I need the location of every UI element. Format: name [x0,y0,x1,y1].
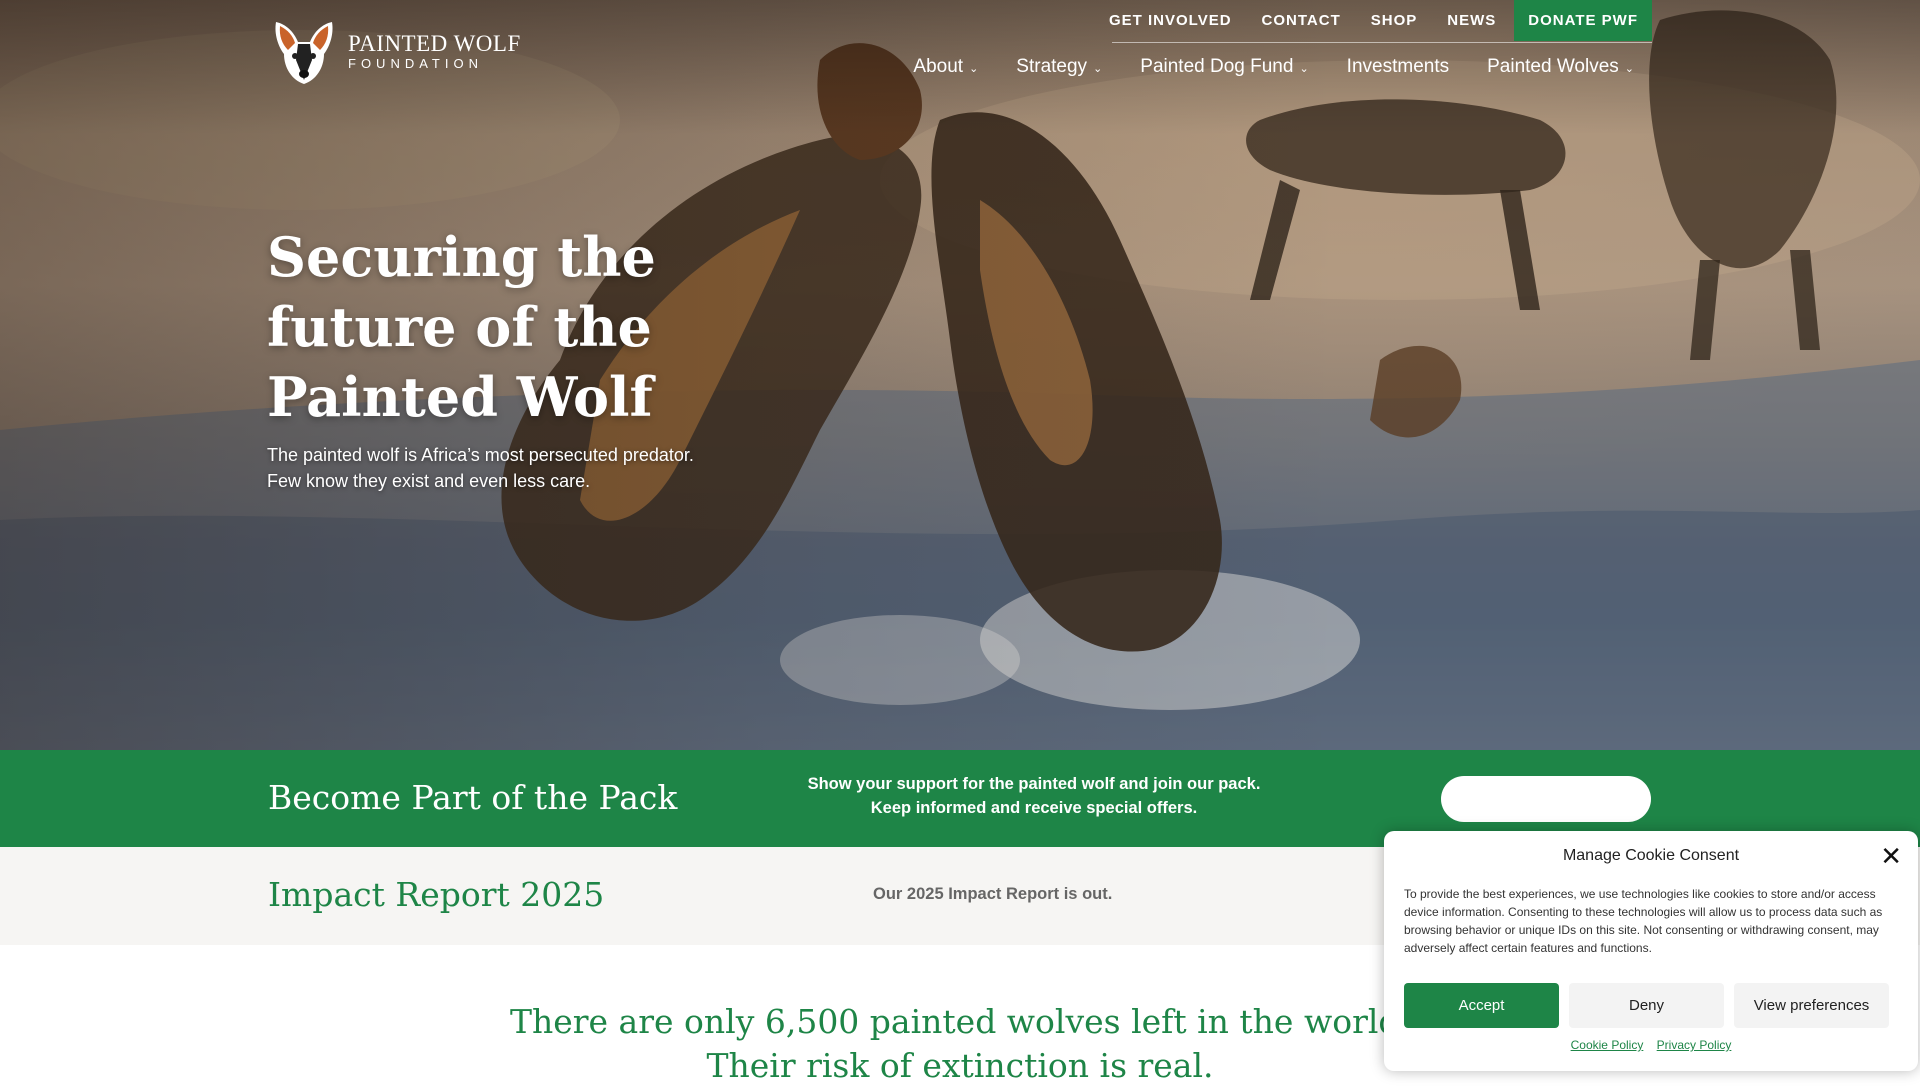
utility-nav: GET INVOLVED CONTACT SHOP NEWS DONATE PW… [1079,0,1652,41]
cookie-consent-dialog: Manage Cookie Consent ✕ To provide the b… [1384,831,1918,1071]
hero-subtitle-line1: The painted wolf is Africa’s most persec… [267,445,694,465]
nav-get-involved[interactable]: GET INVOLVED [1109,12,1232,29]
nav-painted-wolves-label: Painted Wolves [1487,56,1619,77]
nav-investments-label: Investments [1346,56,1450,77]
impact-description: Our 2025 Impact Report is out. [873,885,1113,903]
hero-section: PAINTED WOLF FOUNDATION GET INVOLVED CON… [0,0,1920,750]
nav-painted-dog-fund-label: Painted Dog Fund [1140,56,1294,77]
nav-news[interactable]: NEWS [1447,12,1496,29]
cookie-links: Cookie Policy Privacy Policy [1384,1038,1918,1052]
hero-title-line3: Painted Wolf [267,365,653,429]
nav-strategy-label: Strategy [1016,56,1088,77]
pack-description-line2: Keep informed and receive special offers… [870,799,1198,817]
close-icon[interactable]: ✕ [1880,843,1902,869]
site-logo[interactable]: PAINTED WOLF FOUNDATION [268,16,521,88]
nav-divider [1112,42,1652,43]
pack-title: Become Part of the Pack [268,778,678,817]
donate-button[interactable]: DONATE PWF [1514,0,1652,41]
nav-painted-dog-fund[interactable]: Painted Dog Fund ⌄ [1140,56,1308,78]
hero-title-line2: future of the [267,295,652,359]
logo-name: PAINTED WOLF [348,31,521,56]
privacy-policy-link[interactable]: Privacy Policy [1657,1038,1732,1052]
signup-input[interactable] [1441,776,1651,822]
main-nav: About ⌄ Strategy ⌄ Painted Dog Fund ⌄ In… [875,56,1634,78]
nav-investments[interactable]: Investments [1347,56,1449,78]
hero-title: Securing the future of the Painted Wolf [267,222,827,432]
hero-subtitle: The painted wolf is Africa’s most persec… [267,442,787,494]
nav-about[interactable]: About ⌄ [913,56,978,78]
cookie-dialog-body: To provide the best experiences, we use … [1404,887,1883,955]
chevron-down-icon: ⌄ [1299,62,1309,75]
nav-painted-wolves[interactable]: Painted Wolves ⌄ [1487,56,1634,78]
chevron-down-icon: ⌄ [1093,62,1103,75]
chevron-down-icon: ⌄ [1624,62,1634,75]
cookie-dialog-title: Manage Cookie Consent [1562,847,1740,864]
nav-strategy[interactable]: Strategy ⌄ [1016,56,1102,78]
hero-title-line1: Securing the [267,225,656,289]
chevron-down-icon: ⌄ [969,62,979,75]
impact-title[interactable]: Impact Report 2025 [268,873,604,917]
painted-wolf-logo-icon [275,22,333,84]
pack-description-line1: Show your support for the painted wolf a… [807,775,1261,793]
nav-contact[interactable]: CONTACT [1262,12,1341,29]
cookie-preferences-button[interactable]: View preferences [1734,983,1889,1028]
pack-description: Show your support for the painted wolf a… [780,772,1288,820]
cookie-deny-button[interactable]: Deny [1569,983,1724,1028]
nav-about-label: About [913,56,964,77]
hero-subtitle-line2: Few know they exist and even less care. [267,471,591,491]
logo-subname: FOUNDATION [348,56,483,71]
nav-shop[interactable]: SHOP [1371,12,1418,29]
cookie-policy-link[interactable]: Cookie Policy [1571,1038,1644,1052]
cookie-accept-button[interactable]: Accept [1404,983,1559,1028]
